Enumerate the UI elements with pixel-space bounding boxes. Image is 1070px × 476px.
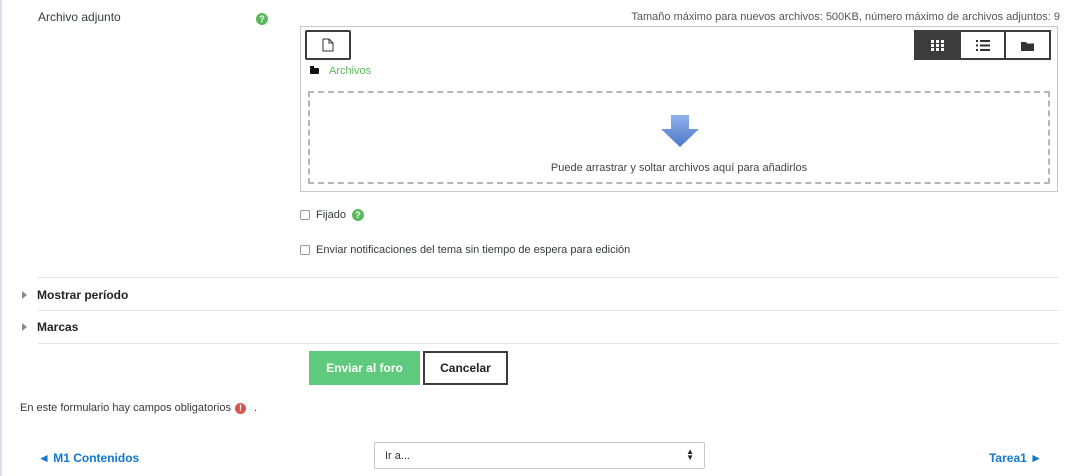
dropzone-text: Puede arrastrar y soltar archivos aquí p…: [550, 162, 808, 174]
cancel-button[interactable]: Cancelar: [423, 351, 508, 385]
submit-button[interactable]: Enviar al foro: [309, 351, 420, 385]
filepicker-path: Archivos: [310, 65, 371, 77]
caret-right-icon: [22, 291, 27, 299]
pinned-checkbox[interactable]: [300, 210, 310, 220]
list-view-button[interactable]: [959, 30, 1006, 60]
section-tags[interactable]: Marcas: [22, 320, 78, 334]
folder-view-button[interactable]: [1004, 30, 1051, 60]
max-files-info: Tamaño máximo para nuevos archivos: 500K…: [631, 11, 1060, 23]
grid-view-button[interactable]: [914, 30, 961, 60]
file-icon: [322, 38, 334, 52]
jump-to-value: Ir a...: [385, 449, 411, 462]
dropzone[interactable]: Puede arrastrar y soltar archivos aquí p…: [308, 91, 1050, 184]
attachment-label: Archivo adjunto: [38, 10, 121, 24]
folder-view-icon: [1021, 41, 1034, 51]
required-icon: !: [234, 402, 246, 414]
notify-row: Enviar notificaciones del tema sin tiemp…: [300, 244, 630, 256]
required-note: En este formulario hay campos obligatori…: [20, 402, 257, 414]
required-note-text: En este formulario hay campos obligatori…: [20, 402, 231, 414]
divider: [38, 310, 1059, 311]
add-file-button[interactable]: [305, 30, 351, 60]
view-switcher: [914, 30, 1051, 60]
section-tags-label: Marcas: [37, 320, 79, 334]
section-show-period[interactable]: Mostrar período: [22, 288, 128, 302]
path-link[interactable]: Archivos: [329, 65, 371, 77]
pinned-row: Fijado ?: [300, 209, 364, 221]
notify-label: Enviar notificaciones del tema sin tiemp…: [316, 244, 631, 256]
folder-icon: [310, 66, 319, 74]
required-note-trail: .: [253, 402, 258, 414]
left-border: [0, 0, 2, 476]
select-arrows-icon: ▲ ▼: [686, 447, 694, 462]
pinned-label: Fijado: [316, 209, 346, 221]
divider: [38, 343, 1059, 344]
next-activity-link[interactable]: Tarea1 ►: [989, 451, 1042, 465]
jump-to-select[interactable]: Ir a... ▲ ▼: [374, 442, 705, 469]
notify-checkbox[interactable]: [300, 245, 310, 255]
help-icon[interactable]: ?: [256, 13, 268, 25]
grid-view-icon: [931, 39, 944, 51]
divider: [38, 277, 1059, 278]
section-show-period-label: Mostrar período: [37, 288, 129, 302]
prev-activity-link[interactable]: ◄ M1 Contenidos: [38, 451, 139, 465]
caret-right-icon: [22, 323, 27, 331]
list-view-icon: [975, 39, 990, 51]
help-icon[interactable]: ?: [351, 209, 364, 221]
download-arrow-icon: [661, 115, 699, 147]
